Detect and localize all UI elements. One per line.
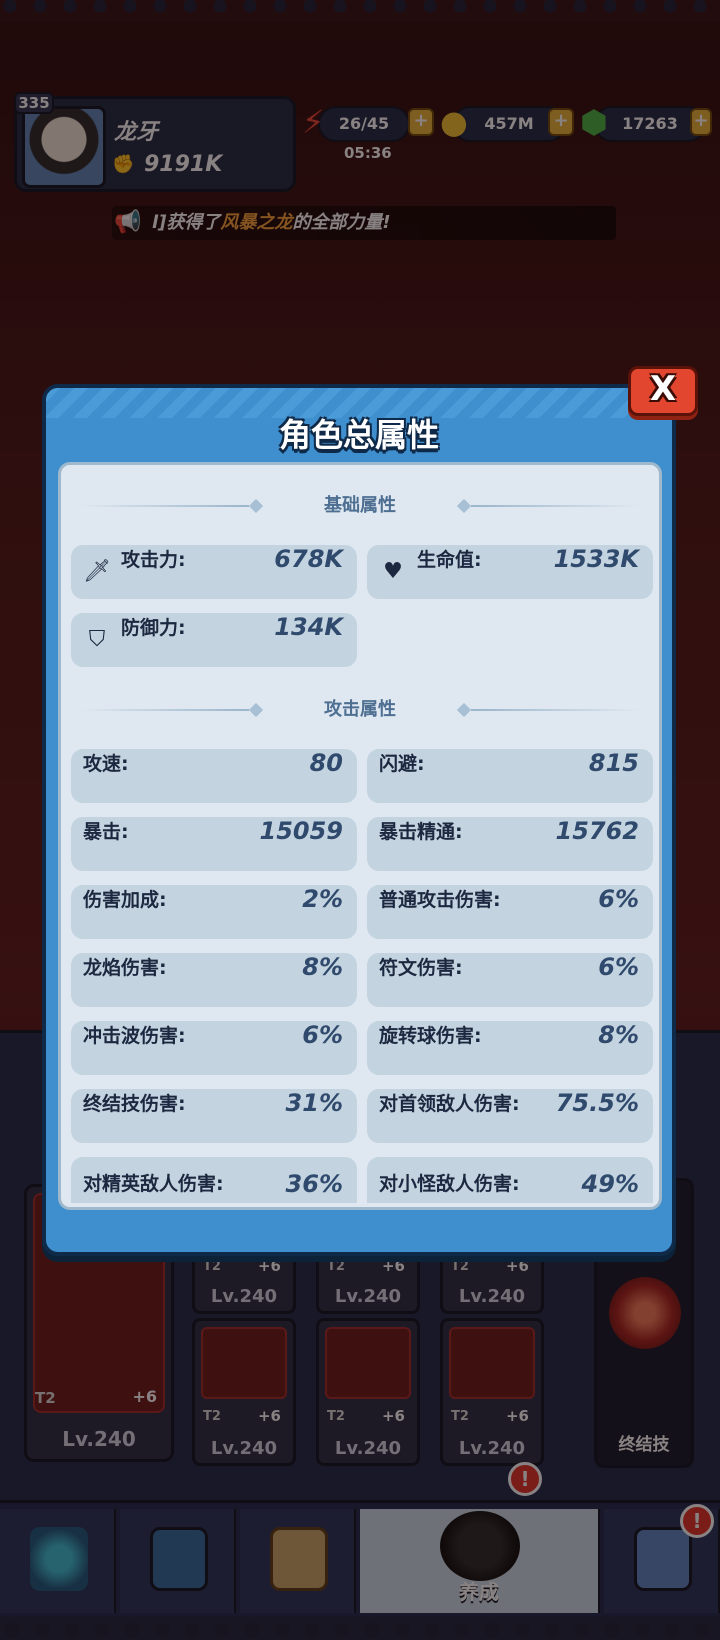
stat-value: 678K: [274, 545, 343, 573]
section-header-attack: 攻击属性: [61, 695, 659, 725]
stat-label: 攻速:: [83, 753, 129, 775]
stat-label: 暴击精通:: [379, 821, 463, 843]
stat-spin-ball-damage: 旋转球伤害: 8%: [367, 1021, 653, 1075]
stat-label: 攻击力:: [121, 549, 186, 571]
modal-title: 角色总属性: [278, 416, 439, 454]
stat-damage-bonus: 伤害加成: 2%: [71, 885, 357, 939]
stat-normal-attack-damage: 普通攻击伤害: 6%: [367, 885, 653, 939]
stat-value: 8%: [598, 1021, 639, 1049]
stat-crit: 暴击: 15059: [71, 817, 357, 871]
stat-rune-damage: 符文伤害: 6%: [367, 953, 653, 1007]
divider-line: [79, 505, 249, 507]
stat-value: 6%: [302, 1021, 343, 1049]
stat-value: 15762: [555, 817, 640, 845]
stat-value: 134K: [274, 613, 343, 641]
stat-value: 49%: [581, 1170, 639, 1198]
close-button[interactable]: X: [628, 366, 698, 416]
stat-value: 2%: [302, 885, 343, 913]
divider-diamond: [456, 498, 472, 514]
section-title-basic: 基础属性: [324, 495, 396, 516]
stat-value: 8%: [302, 953, 343, 981]
stat-dragon-flame-damage: 龙焰伤害: 8%: [71, 953, 357, 1007]
attributes-modal: 角色总属性 基础属性 🗡 攻击力: 678K ♥ 生命值: 1533K ⛉ 防御…: [42, 384, 676, 1256]
stat-hp: ♥ 生命值: 1533K: [367, 545, 653, 599]
stat-label: 防御力:: [121, 617, 186, 639]
stat-value: 36%: [285, 1170, 343, 1198]
stat-boss-damage: 对首领敌人伤害: 75.5%: [367, 1089, 653, 1143]
divider-line: [471, 505, 641, 507]
stat-label: 冲击波伤害:: [83, 1025, 186, 1047]
heart-icon: ♥: [383, 559, 403, 584]
stat-value: 6%: [598, 953, 639, 981]
stat-value: 31%: [285, 1089, 343, 1117]
stat-label: 闪避:: [379, 753, 425, 775]
stat-label: 对首领敌人伤害:: [379, 1093, 520, 1115]
stat-value: 1533K: [553, 545, 639, 573]
close-icon: X: [649, 369, 677, 409]
stat-label: 普通攻击伤害:: [379, 889, 501, 911]
section-header-basic: 基础属性: [61, 491, 659, 521]
divider-line: [471, 709, 641, 711]
stat-label: 伤害加成:: [83, 889, 167, 911]
stat-crit-mastery: 暴击精通: 15762: [367, 817, 653, 871]
divider-diamond: [456, 702, 472, 718]
stat-value: 815: [588, 749, 639, 777]
stat-label: 生命值:: [417, 549, 482, 571]
stat-label: 终结技伤害:: [83, 1093, 186, 1115]
stat-label: 对小怪敌人伤害:: [379, 1173, 520, 1195]
stat-label: 对精英敌人伤害:: [83, 1173, 224, 1195]
stat-elite-damage: 对精英敌人伤害: 36%: [71, 1157, 357, 1203]
stat-defense: ⛉ 防御力: 134K: [71, 613, 357, 667]
stat-value: 75.5%: [555, 1089, 639, 1117]
stat-label: 旋转球伤害:: [379, 1025, 482, 1047]
stat-value: 6%: [598, 885, 639, 913]
divider-diamond: [248, 498, 264, 514]
stat-attack-speed: 攻速: 80: [71, 749, 357, 803]
stat-ultimate-damage: 终结技伤害: 31%: [71, 1089, 357, 1143]
divider-line: [79, 709, 249, 711]
stat-label: 龙焰伤害:: [83, 957, 167, 979]
stat-minion-damage: 对小怪敌人伤害: 49%: [367, 1157, 653, 1203]
stat-value: 15059: [259, 817, 344, 845]
stat-label: 符文伤害:: [379, 957, 463, 979]
divider-diamond: [248, 702, 264, 718]
stat-attack: 🗡 攻击力: 678K: [71, 545, 357, 599]
sword-icon: 🗡: [83, 559, 111, 584]
stat-dodge: 闪避: 815: [367, 749, 653, 803]
stat-label: 暴击:: [83, 821, 129, 843]
section-title-attack: 攻击属性: [324, 699, 396, 720]
attributes-panel: 基础属性 🗡 攻击力: 678K ♥ 生命值: 1533K ⛉ 防御力: 134…: [58, 462, 662, 1210]
stat-shockwave-damage: 冲击波伤害: 6%: [71, 1021, 357, 1075]
shield-icon: ⛉: [88, 627, 106, 652]
stat-value: 80: [309, 749, 343, 777]
